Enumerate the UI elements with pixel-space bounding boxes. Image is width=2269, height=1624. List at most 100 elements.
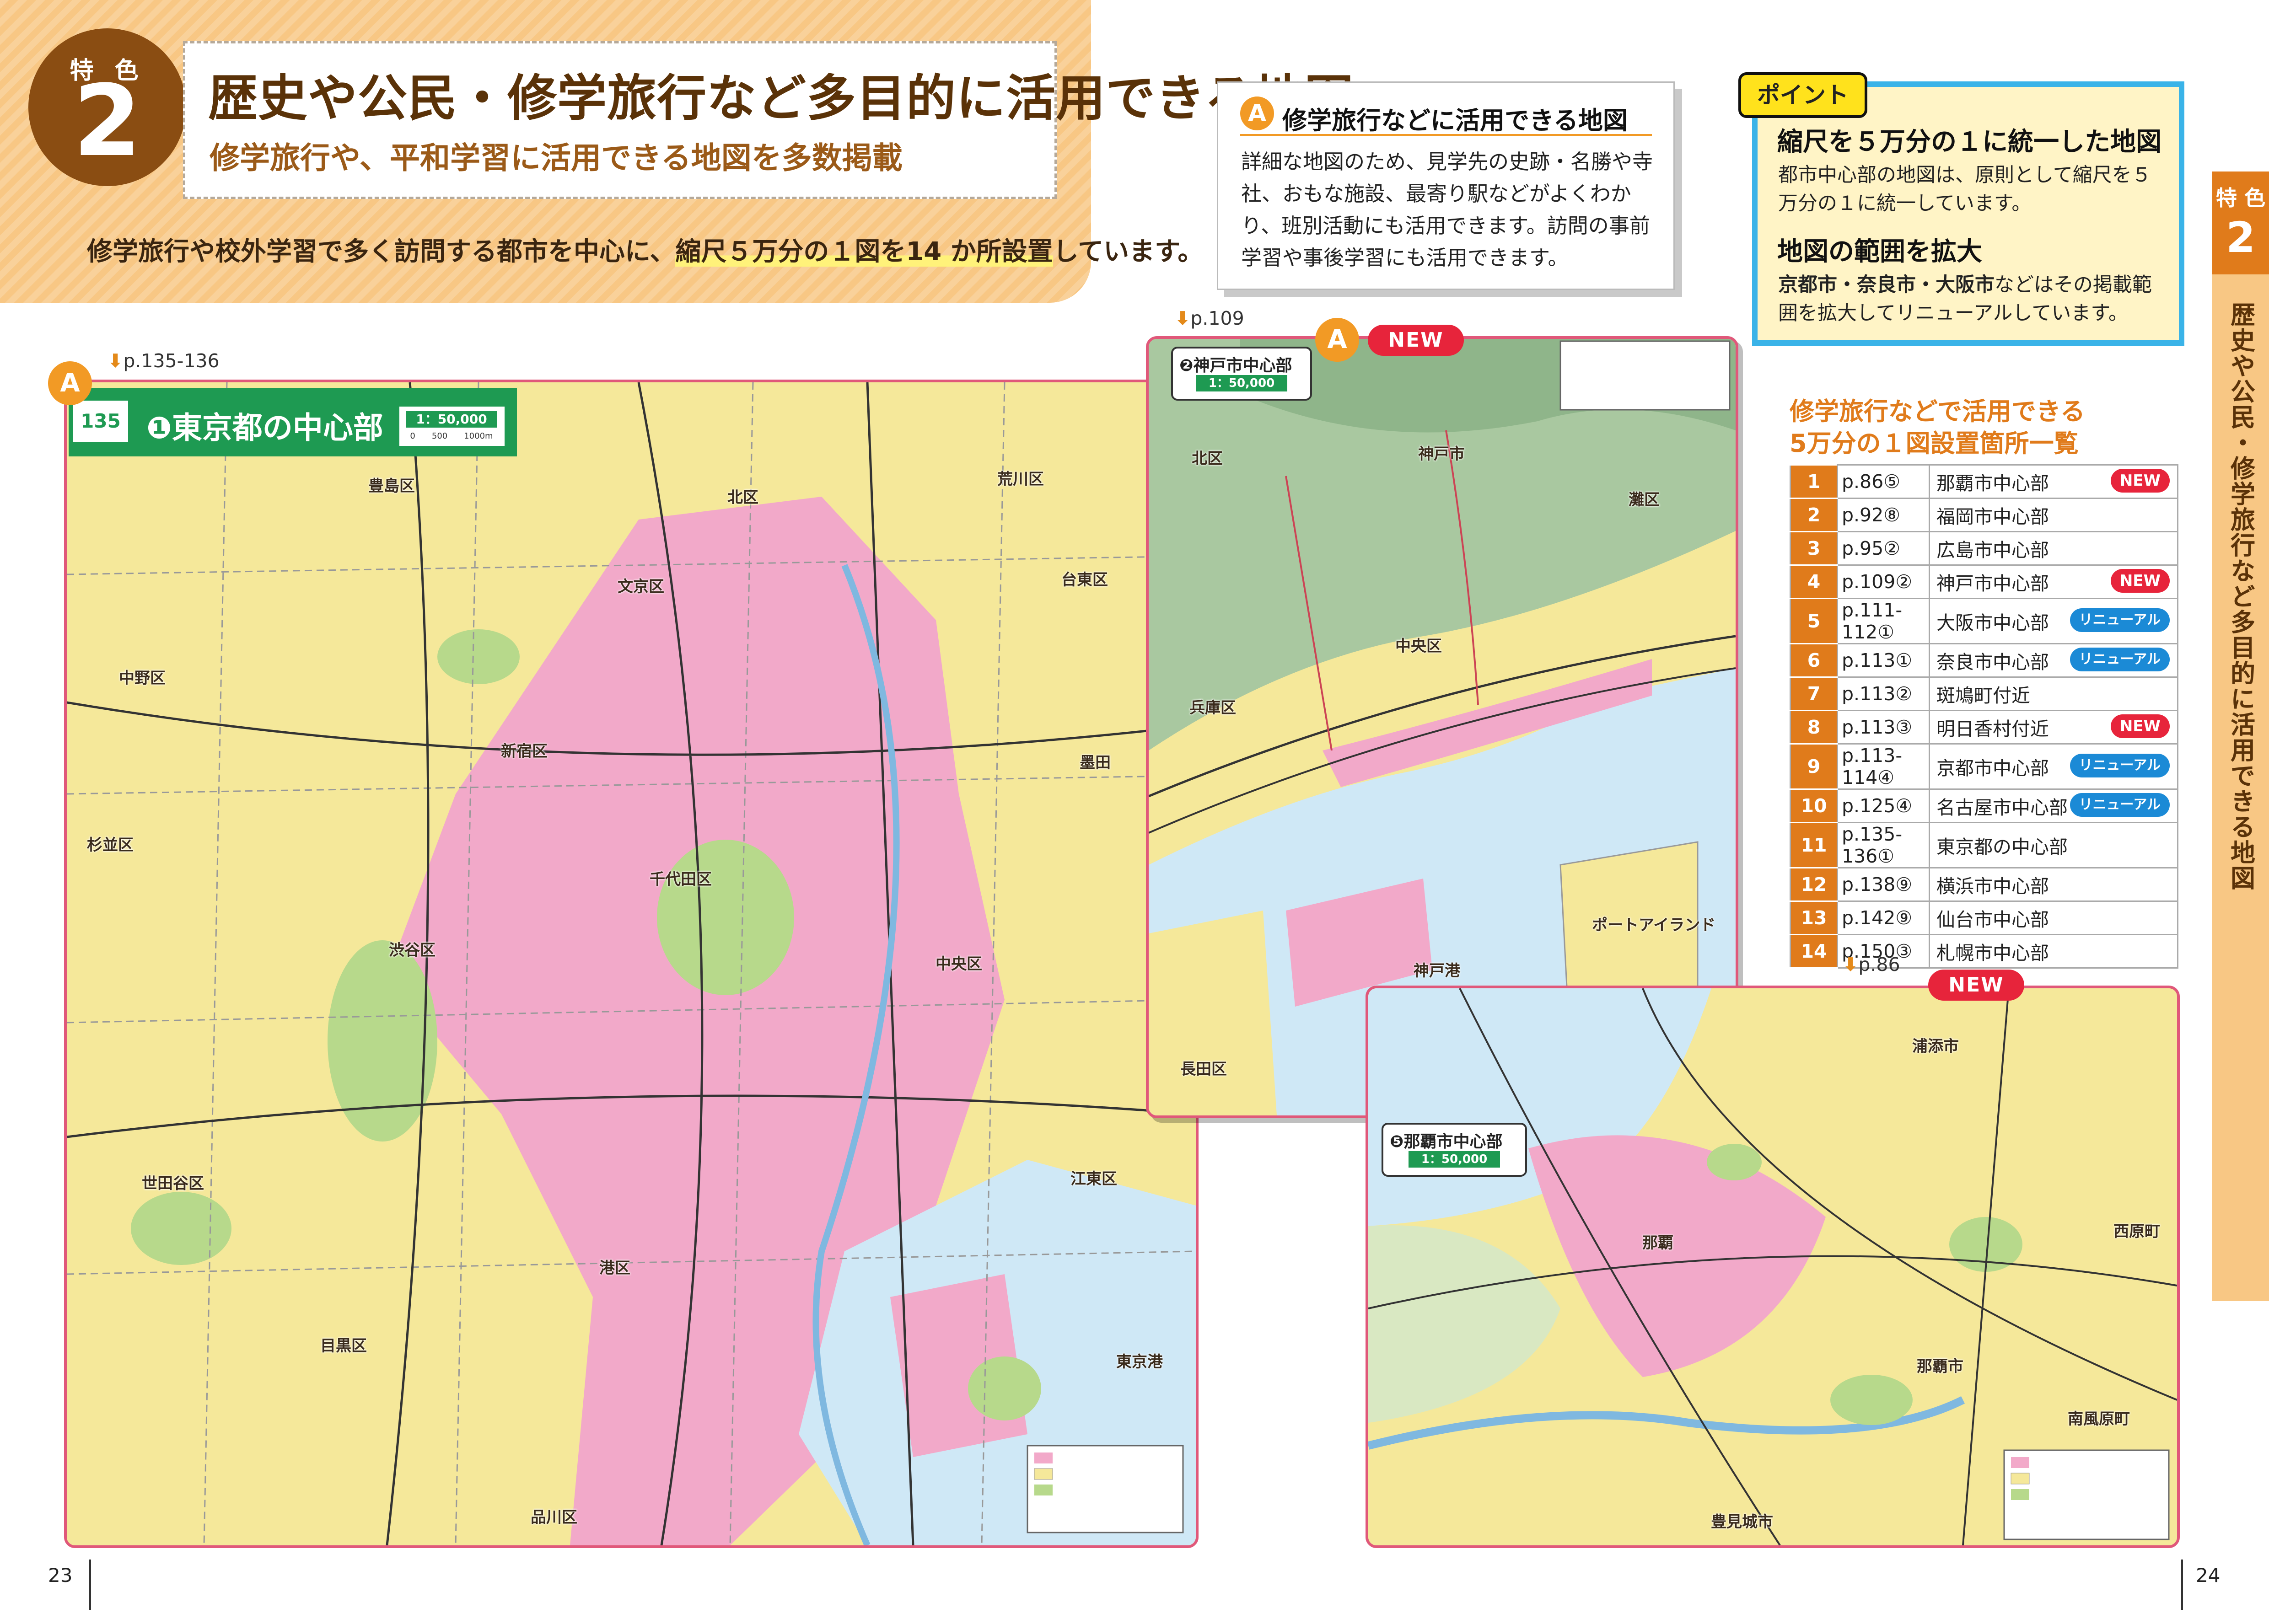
list-row-city: 札幌市中心部 bbox=[1936, 942, 2049, 964]
intro-highlight: 縮尺５万分の１図を14 か所設置 bbox=[675, 237, 1053, 267]
naha-map bbox=[1366, 986, 2180, 1548]
list-row-page: p.113-114④ bbox=[1837, 743, 1930, 790]
naha-ref-text: p.86 bbox=[1858, 954, 1900, 975]
list-title-line-2: 5万分の１図設置箇所一覧 bbox=[1790, 429, 2079, 458]
list-row-city: 明日香村付近 bbox=[1936, 718, 2049, 740]
list-row: 13 p.142⑨ 仙台市中心部 bbox=[1790, 900, 2178, 935]
renewal-tag: リニューアル bbox=[2070, 608, 2170, 632]
list-row-city-cell: 横浜市中心部 bbox=[1929, 867, 2178, 902]
tokyo-map bbox=[64, 380, 1199, 1548]
list-row: 4 p.109② 神戸市中心部 NEW bbox=[1790, 564, 2178, 599]
feature-a-body: 詳細な地図のため、見学先の史跡・名勝や寺社、おもな施設、最寄り駅などがよくわかり… bbox=[1241, 150, 1653, 270]
ward-label: 渋谷区 bbox=[389, 941, 436, 959]
list-title: 修学旅行などで活用できる 5万分の１図設置箇所一覧 bbox=[1790, 396, 2085, 460]
list-row-number: 2 bbox=[1790, 498, 1838, 532]
ward-label: 西原町 bbox=[2113, 1222, 2160, 1241]
list-row: 2 p.92⑧ 福岡市中心部 bbox=[1790, 498, 2178, 532]
ward-label: 東京港 bbox=[1116, 1353, 1163, 1371]
list-row-page: p.142⑨ bbox=[1837, 900, 1930, 935]
ward-label: 新宿区 bbox=[501, 742, 548, 761]
list-row-page: p.125④ bbox=[1837, 788, 1930, 823]
down-arrow-icon: ⬇ bbox=[1843, 954, 1859, 975]
list-row: 6 p.113① 奈良市中心部 リニューアル bbox=[1790, 643, 2178, 678]
list-row-city-cell: 名古屋市中心部 リニューアル bbox=[1929, 788, 2178, 823]
naha-scale-ratio: 1：50,000 bbox=[1409, 1151, 1500, 1168]
list-row-page: p.138⑨ bbox=[1837, 867, 1930, 902]
ward-label: 中央区 bbox=[936, 955, 982, 973]
ward-label: 台東区 bbox=[1061, 571, 1108, 589]
renewal-tag: リニューアル bbox=[2070, 793, 2170, 817]
feature-a-box: A 修学旅行などに活用できる地図 詳細な地図のため、見学先の史跡・名勝や寺社、お… bbox=[1217, 81, 1675, 290]
list-row-city-cell: 奈良市中心部 リニューアル bbox=[1929, 643, 2178, 678]
list-row-page: p.113① bbox=[1837, 643, 1930, 678]
list-row-number: 13 bbox=[1790, 900, 1838, 935]
list-row-page: p.135-136① bbox=[1837, 822, 1930, 868]
point-tag: ポイント bbox=[1738, 72, 1867, 118]
point-heading-1: 縮尺を５万分の１に統一した地図 bbox=[1777, 127, 2161, 157]
kobe-a-marker: A bbox=[1315, 318, 1359, 362]
renewal-tag: リニューアル bbox=[2070, 648, 2170, 671]
list-row: 10 p.125④ 名古屋市中心部 リニューアル bbox=[1790, 788, 2178, 823]
list-row: 7 p.113② 斑鳩町付近 bbox=[1790, 676, 2178, 711]
ward-label: 千代田区 bbox=[650, 870, 712, 889]
ward-label: 神戸市 bbox=[1418, 445, 1465, 463]
ward-label: 那覇 bbox=[1642, 1234, 1673, 1252]
location-list: 1 p.86⑤ 那覇市中心部 NEW 2 p.92⑧ 福岡市中心部 3 p.95② 広島市中心部 4… bbox=[1790, 464, 2178, 969]
tokyo-ref-text: p.135-136 bbox=[123, 350, 220, 372]
ward-label: 豊島区 bbox=[368, 477, 415, 495]
list-row-city-cell: 仙台市中心部 bbox=[1929, 900, 2178, 935]
list-row-number: 10 bbox=[1790, 788, 1838, 823]
feature-badge-number: 2 bbox=[73, 64, 142, 178]
ward-label: 灘区 bbox=[1629, 491, 1660, 509]
ward-label: 中野区 bbox=[119, 669, 166, 687]
kobe-page-ref: ⬇p.109 bbox=[1175, 307, 1244, 329]
naha-map-name: ❺那覇市中心部 bbox=[1390, 1132, 1503, 1151]
list-row-number: 3 bbox=[1790, 531, 1838, 566]
ward-label: 南風原町 bbox=[2068, 1410, 2130, 1428]
list-row-city: 東京都の中心部 bbox=[1936, 836, 2068, 858]
list-row-page: p.111-112① bbox=[1837, 598, 1930, 644]
list-row-number: 8 bbox=[1790, 710, 1838, 745]
list-row-city-cell: 広島市中心部 bbox=[1929, 531, 2178, 566]
tokyo-scale-ticks: 0 500 1000m bbox=[410, 431, 493, 441]
ward-label: 北区 bbox=[727, 488, 758, 507]
tokyo-map-name: ❶東京都の中心部 bbox=[146, 410, 383, 445]
page-number-right: 24 bbox=[2196, 1564, 2221, 1586]
feature-badge: 特 色 2 bbox=[28, 28, 186, 186]
tokyo-map-page: 135 bbox=[73, 401, 128, 442]
page-title: 歴史や公民・修学旅行など多目的に活用できる地図 bbox=[208, 70, 1354, 127]
side-tab-number: 2 bbox=[2226, 213, 2255, 262]
ward-label: 北区 bbox=[1192, 450, 1223, 468]
feature-a-underline bbox=[1240, 134, 1652, 136]
list-row-number: 7 bbox=[1790, 676, 1838, 711]
list-row-number: 9 bbox=[1790, 743, 1838, 790]
page-number-divider bbox=[89, 1560, 91, 1610]
point-body-1: 都市中心部の地図は、原則として縮尺を５万分の１に統一しています。 bbox=[1778, 164, 2151, 215]
list-row-city: 福岡市中心部 bbox=[1936, 506, 2049, 528]
list-row-number: 1 bbox=[1790, 464, 1838, 499]
ward-label: 杉並区 bbox=[87, 836, 134, 854]
list-row-city-cell: 明日香村付近 NEW bbox=[1929, 710, 2178, 745]
list-row: 11 p.135-136① 東京都の中心部 bbox=[1790, 822, 2178, 868]
ward-label: 文京区 bbox=[618, 578, 664, 596]
ward-label: 品川区 bbox=[531, 1508, 577, 1527]
page-number-divider bbox=[2181, 1560, 2183, 1610]
intro-pre: 修学旅行や校外学習で多く訪問する都市を中心に、 bbox=[87, 237, 676, 267]
list-row-city-cell: 斑鳩町付近 bbox=[1929, 676, 2178, 711]
naha-map-label: ❺那覇市中心部 1：50,000 bbox=[1382, 1123, 1527, 1177]
list-row-city: 神戸市中心部 bbox=[1936, 573, 2049, 595]
tokyo-scale-ratio: 1：50,000 bbox=[406, 411, 497, 428]
list-row-number: 6 bbox=[1790, 643, 1838, 678]
ward-label: 神戸港 bbox=[1414, 962, 1460, 980]
new-tag: NEW bbox=[2110, 469, 2170, 493]
kobe-scale-ratio: 1：50,000 bbox=[1196, 375, 1287, 391]
ward-label: 中央区 bbox=[1395, 637, 1442, 655]
ward-label: 豊見城市 bbox=[1711, 1513, 1773, 1531]
new-tag: NEW bbox=[2110, 569, 2170, 593]
ward-label: 荒川区 bbox=[997, 470, 1044, 488]
list-row-city-cell: 那覇市中心部 NEW bbox=[1929, 464, 2178, 499]
feature-a-title: 修学旅行などに活用できる地図 bbox=[1282, 106, 1628, 135]
list-row-number: 12 bbox=[1790, 867, 1838, 902]
list-row-city: 広島市中心部 bbox=[1936, 539, 2049, 561]
ward-label: 浦添市 bbox=[1912, 1037, 1959, 1056]
